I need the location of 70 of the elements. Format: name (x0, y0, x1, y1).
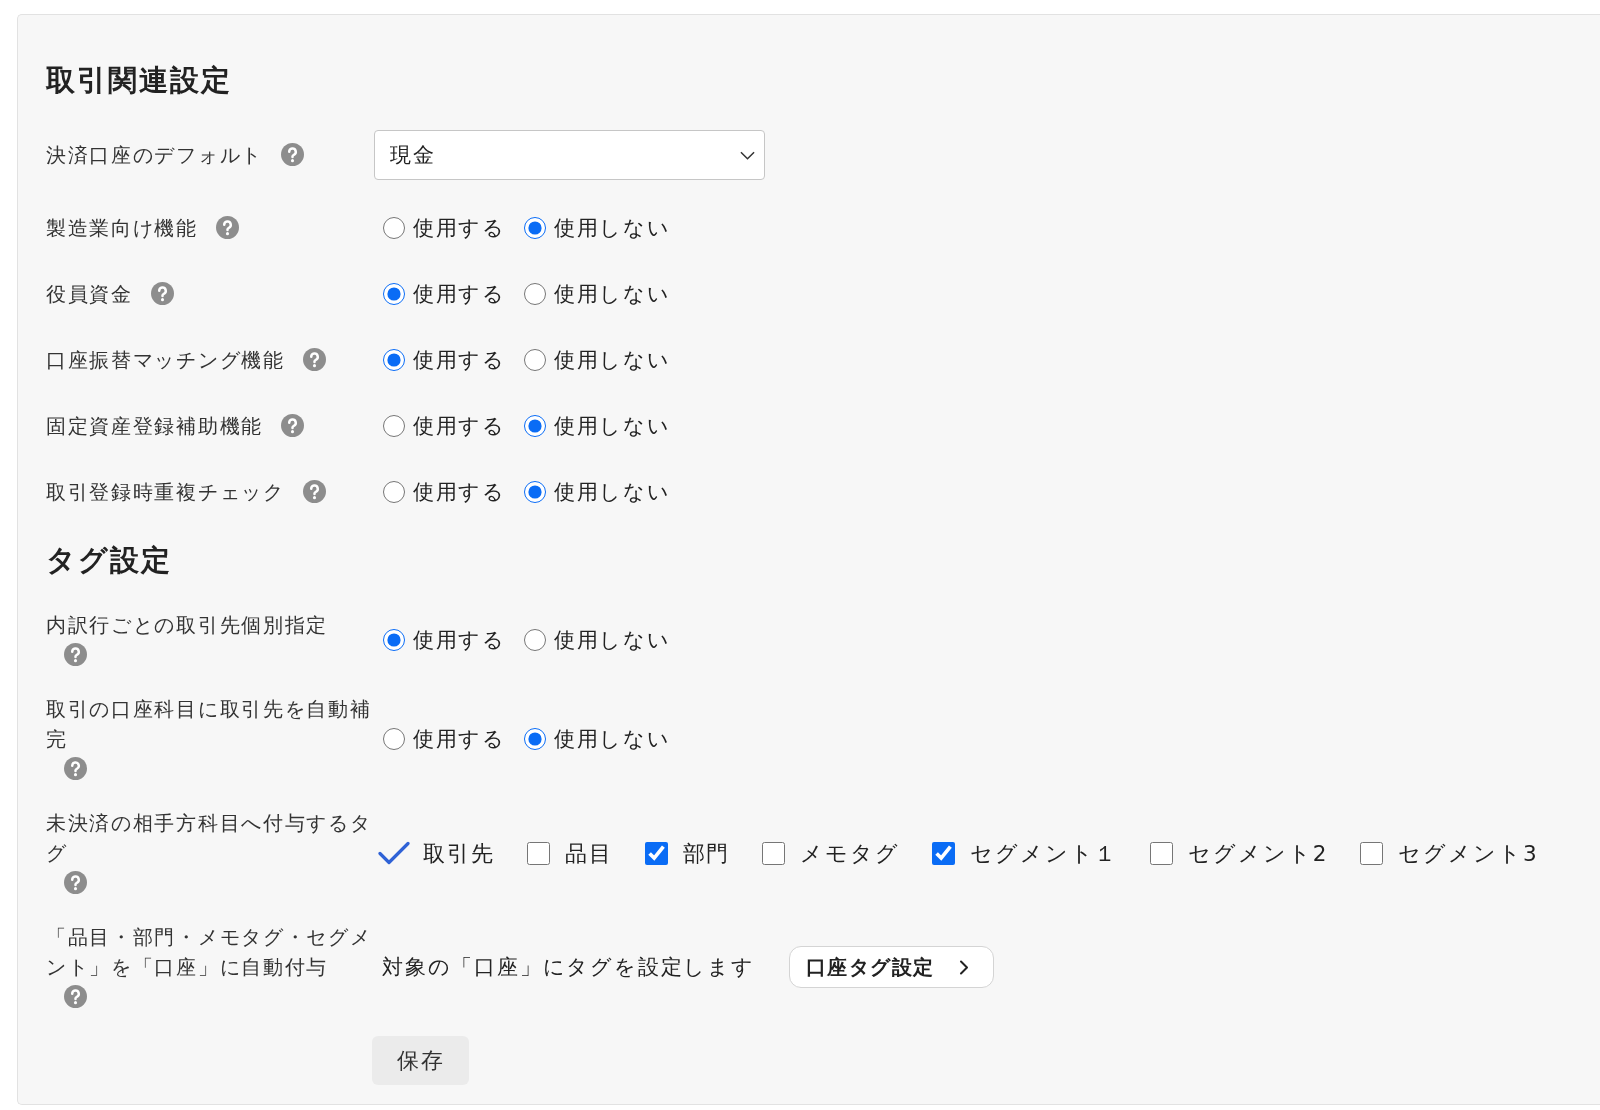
radio-label[interactable]: 使用しない (553, 725, 671, 753)
radio-label[interactable]: 使用する (413, 214, 506, 242)
radio-button[interactable] (383, 415, 405, 437)
radio-button[interactable] (383, 283, 405, 305)
setting-label: 口座振替マッチング機能 (46, 347, 285, 374)
help-icon[interactable] (64, 871, 87, 894)
checkbox-label[interactable]: 品目 (564, 838, 613, 868)
radio-label[interactable]: 使用する (413, 412, 506, 440)
help-icon[interactable] (64, 643, 87, 666)
checkbox[interactable] (644, 841, 668, 865)
help-icon[interactable] (281, 143, 304, 166)
radio-label[interactable]: 使用しない (553, 214, 671, 242)
help-icon[interactable] (150, 282, 174, 305)
dropdown-field[interactable]: 現金 (374, 130, 765, 180)
checkbox-label[interactable]: メモタグ (800, 838, 900, 868)
setting-label: 内訳行ごとの取引先個別指定 (46, 612, 329, 639)
radio-button[interactable] (383, 349, 405, 371)
checkbox[interactable] (762, 841, 786, 865)
radio-button[interactable] (383, 728, 405, 750)
setting-label: 未決済の相手方科目へ付与するタグ (46, 810, 373, 867)
radio-button[interactable] (523, 629, 546, 651)
help-icon[interactable] (215, 216, 239, 239)
radio-label[interactable]: 使用する (413, 478, 506, 506)
chevron-right-icon (958, 959, 969, 975)
radio-button[interactable] (523, 217, 546, 239)
setting-label: 役員資金 (46, 281, 133, 308)
help-icon[interactable] (64, 757, 87, 780)
radio-button[interactable] (383, 481, 405, 503)
account-tag-settings-button[interactable]: 口座タグ設定 (788, 946, 994, 988)
checkbox[interactable] (526, 841, 550, 865)
radio-button[interactable] (523, 283, 546, 305)
setting-label: 取引登録時重複チェック (46, 479, 285, 506)
radio-label[interactable]: 使用しない (553, 478, 671, 506)
radio-label[interactable]: 使用する (413, 346, 506, 374)
setting-label: 決済口座のデフォルト (46, 142, 263, 169)
help-icon[interactable] (281, 414, 304, 437)
section-title: 取引関連設定 (46, 62, 233, 99)
checkbox-label[interactable]: セグメント2 (1188, 838, 1329, 868)
radio-label[interactable]: 使用する (413, 280, 506, 308)
radio-label[interactable]: 使用しない (553, 280, 671, 308)
radio-label[interactable]: 使用しない (553, 412, 671, 440)
radio-label[interactable]: 使用しない (553, 626, 671, 654)
radio-label[interactable]: 使用する (413, 626, 506, 654)
help-icon[interactable] (64, 985, 87, 1008)
checkbox[interactable] (1150, 841, 1174, 865)
help-icon[interactable] (302, 480, 326, 503)
setting-label: 「品目・部門・メモタグ・セグメント」を「口座」に自動付与 (46, 924, 373, 981)
save-button[interactable]: 保存 (372, 1036, 469, 1085)
checkbox[interactable] (1360, 841, 1384, 865)
checkbox-label[interactable]: 部門 (682, 838, 731, 868)
checkmark-icon (378, 841, 410, 865)
radio-label[interactable]: 使用しない (553, 346, 671, 374)
checkbox[interactable] (931, 841, 955, 865)
description-text: 対象の「口座」にタグを設定します (382, 954, 755, 981)
setting-label: 固定資産登録補助機能 (46, 413, 263, 440)
section-title: タグ設定 (46, 542, 173, 579)
checkbox-label[interactable]: セグメント3 (1398, 838, 1539, 868)
chevron-down-icon (740, 150, 755, 160)
radio-button[interactable] (383, 629, 405, 651)
radio-button[interactable] (523, 728, 546, 750)
help-icon[interactable] (302, 348, 326, 371)
setting-label: 取引の口座科目に取引先を自動補完 (46, 696, 373, 753)
radio-button[interactable] (523, 415, 546, 437)
radio-button[interactable] (383, 217, 405, 239)
radio-button[interactable] (523, 481, 546, 503)
checkbox-label: 取引先 (423, 839, 495, 868)
setting-label: 製造業向け機能 (46, 215, 198, 242)
radio-label[interactable]: 使用する (413, 725, 506, 753)
radio-button[interactable] (523, 349, 546, 371)
checkbox-label[interactable]: セグメント１ (969, 838, 1119, 868)
